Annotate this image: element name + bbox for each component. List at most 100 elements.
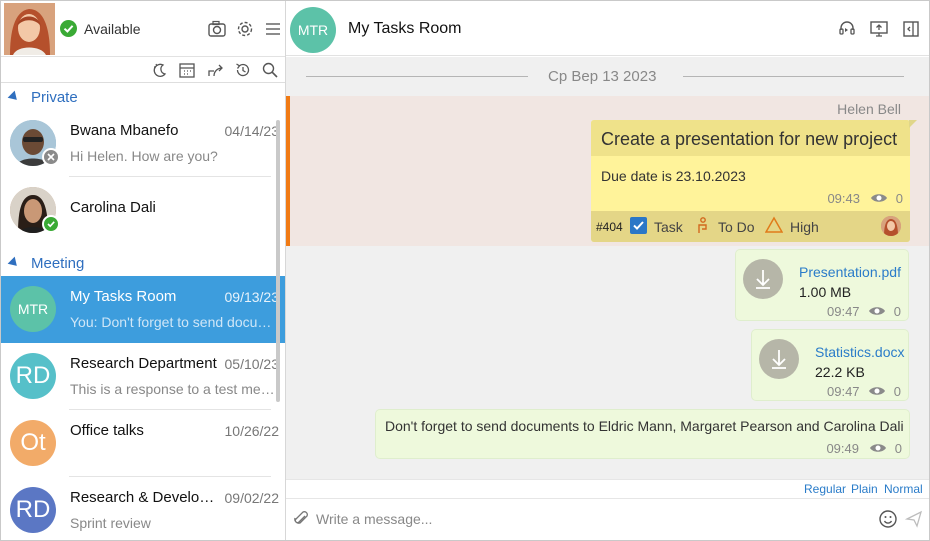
chat-preview: Sprint review <box>70 515 151 531</box>
file-name-link[interactable]: Statistics.docx <box>815 344 904 360</box>
sender-name: Helen Bell <box>837 101 901 117</box>
eye-icon <box>868 307 885 315</box>
avatar: RD <box>10 487 56 533</box>
text-message[interactable]: Don't forget to send documents to Eldric… <box>376 410 909 458</box>
app-window: Available Private Bwana Mbanefo 04/14/23… <box>0 0 930 541</box>
user-avatar[interactable] <box>4 3 55 55</box>
chat-date: 10/26/22 <box>224 423 280 439</box>
collapse-triangle-icon <box>7 90 21 104</box>
chat-name: Research & Development <box>70 489 218 506</box>
gear-icon[interactable] <box>235 19 255 39</box>
task-title: Create a presentation for new project <box>601 129 898 149</box>
chat-date: 05/10/23 <box>224 356 280 372</box>
calendar-icon[interactable] <box>178 61 196 79</box>
download-icon[interactable] <box>743 259 783 299</box>
emoji-icon[interactable] <box>878 509 898 529</box>
online-status-icon <box>42 215 60 233</box>
task-description: Due date is 23.10.2023 <box>601 168 746 184</box>
share-icon[interactable] <box>206 61 224 79</box>
paperclip-icon[interactable] <box>291 509 311 529</box>
chat-date: 04/14/23 <box>224 123 280 139</box>
task-state[interactable]: To Do <box>718 219 755 235</box>
chat-name: My Tasks Room <box>70 288 177 305</box>
task-number[interactable]: #404 <box>596 220 623 234</box>
menu-icon[interactable] <box>263 19 283 39</box>
file-message[interactable]: Presentation.pdf 1.00 MB 09:47 0 <box>736 250 908 320</box>
chat-item[interactable]: Bwana Mbanefo 04/14/23 Hi Helen. How are… <box>1 110 285 177</box>
chat-name: Carolina Dali <box>70 199 156 216</box>
moon-icon[interactable] <box>151 61 169 79</box>
status-label[interactable]: Available <box>84 21 141 37</box>
view-count: 0 <box>869 440 902 456</box>
chat-item-selected[interactable]: MTR My Tasks Room 09/13/23 You: Don't fo… <box>1 276 285 343</box>
view-count-value: 0 <box>893 303 901 319</box>
format-bar: Regular Plain Normal <box>286 479 929 498</box>
camera-icon[interactable] <box>207 19 227 39</box>
screen-share-icon[interactable] <box>869 19 889 39</box>
divider <box>306 76 528 77</box>
format-plain-link[interactable]: Plain <box>851 482 878 496</box>
divider <box>683 76 904 77</box>
eye-icon <box>869 444 886 452</box>
file-message[interactable]: Statistics.docx 22.2 KB 09:47 0 <box>752 330 908 400</box>
format-normal-link[interactable]: Normal <box>884 482 923 496</box>
message-body: Don't forget to send documents to Eldric… <box>385 418 904 434</box>
download-icon[interactable] <box>759 339 799 379</box>
collapse-panel-icon[interactable] <box>901 19 921 39</box>
chat-item[interactable]: RD Research & Development 09/02/22 Sprin… <box>1 477 285 540</box>
chat-preview: Hi Helen. How are you? <box>70 148 218 164</box>
group-label: Meeting <box>31 255 85 272</box>
send-icon[interactable] <box>904 509 924 529</box>
file-size: 22.2 KB <box>815 364 865 380</box>
chat-name: Office talks <box>70 422 144 439</box>
eye-icon <box>870 194 887 202</box>
chat-item[interactable]: RD Research Department 05/10/23 This is … <box>1 343 285 410</box>
message-time: 09:47 <box>827 384 860 399</box>
offline-status-icon <box>42 148 60 166</box>
chat-name: Bwana Mbanefo <box>70 122 179 139</box>
format-regular-link[interactable]: Regular <box>804 482 846 496</box>
task-priority[interactable]: High <box>790 219 819 235</box>
eye-icon <box>868 387 885 395</box>
chat-header: MTR My Tasks Room <box>286 1 929 56</box>
history-icon[interactable] <box>234 61 252 79</box>
avatar: MTR <box>10 286 56 332</box>
task-title-bar: Create a presentation for new project <box>591 120 910 156</box>
online-status-icon <box>60 20 77 37</box>
profile-bar: Available <box>1 1 285 57</box>
composer <box>286 498 929 540</box>
task-type: Task <box>654 219 683 235</box>
view-count-value: 0 <box>894 440 902 456</box>
chat-item[interactable]: Ot Office talks 10/26/22 <box>1 410 285 477</box>
chat-date: 09/02/22 <box>224 490 280 506</box>
group-label: Private <box>31 89 78 106</box>
assignee-avatar[interactable] <box>881 216 901 236</box>
message-input[interactable] <box>316 508 866 530</box>
search-icon[interactable] <box>261 61 279 79</box>
file-size: 1.00 MB <box>799 284 852 300</box>
view-count: 0 <box>868 383 901 399</box>
chat-item[interactable]: Carolina Dali <box>1 177 285 244</box>
task-footer: #404 Task To Do High <box>591 211 910 242</box>
room-avatar[interactable]: MTR <box>290 7 336 53</box>
avatar: RD <box>10 353 56 399</box>
scrollbar[interactable] <box>276 120 280 402</box>
group-header-private[interactable]: Private <box>1 84 285 110</box>
chat-name: Research Department <box>70 355 217 372</box>
checkbox-icon[interactable] <box>630 217 647 234</box>
task-message[interactable]: Helen Bell Create a presentation for new… <box>286 96 929 246</box>
todo-icon[interactable] <box>694 216 712 234</box>
file-name-link[interactable]: Presentation.pdf <box>799 264 901 280</box>
room-title[interactable]: My Tasks Room <box>348 20 462 38</box>
group-header-meeting[interactable]: Meeting <box>1 250 285 276</box>
headset-icon[interactable] <box>837 19 857 39</box>
priority-icon[interactable] <box>764 216 784 234</box>
task-card[interactable]: Create a presentation for new project Du… <box>591 120 917 242</box>
message-time: 09:43 <box>827 191 860 206</box>
view-count: 0 <box>870 191 903 206</box>
message-time: 09:47 <box>827 304 860 319</box>
message-time: 09:49 <box>826 441 859 456</box>
view-count-value: 0 <box>893 383 901 399</box>
date-label: Сp Вер 13 2023 <box>548 68 657 85</box>
chat-preview: This is a response to a test message <box>70 381 276 397</box>
